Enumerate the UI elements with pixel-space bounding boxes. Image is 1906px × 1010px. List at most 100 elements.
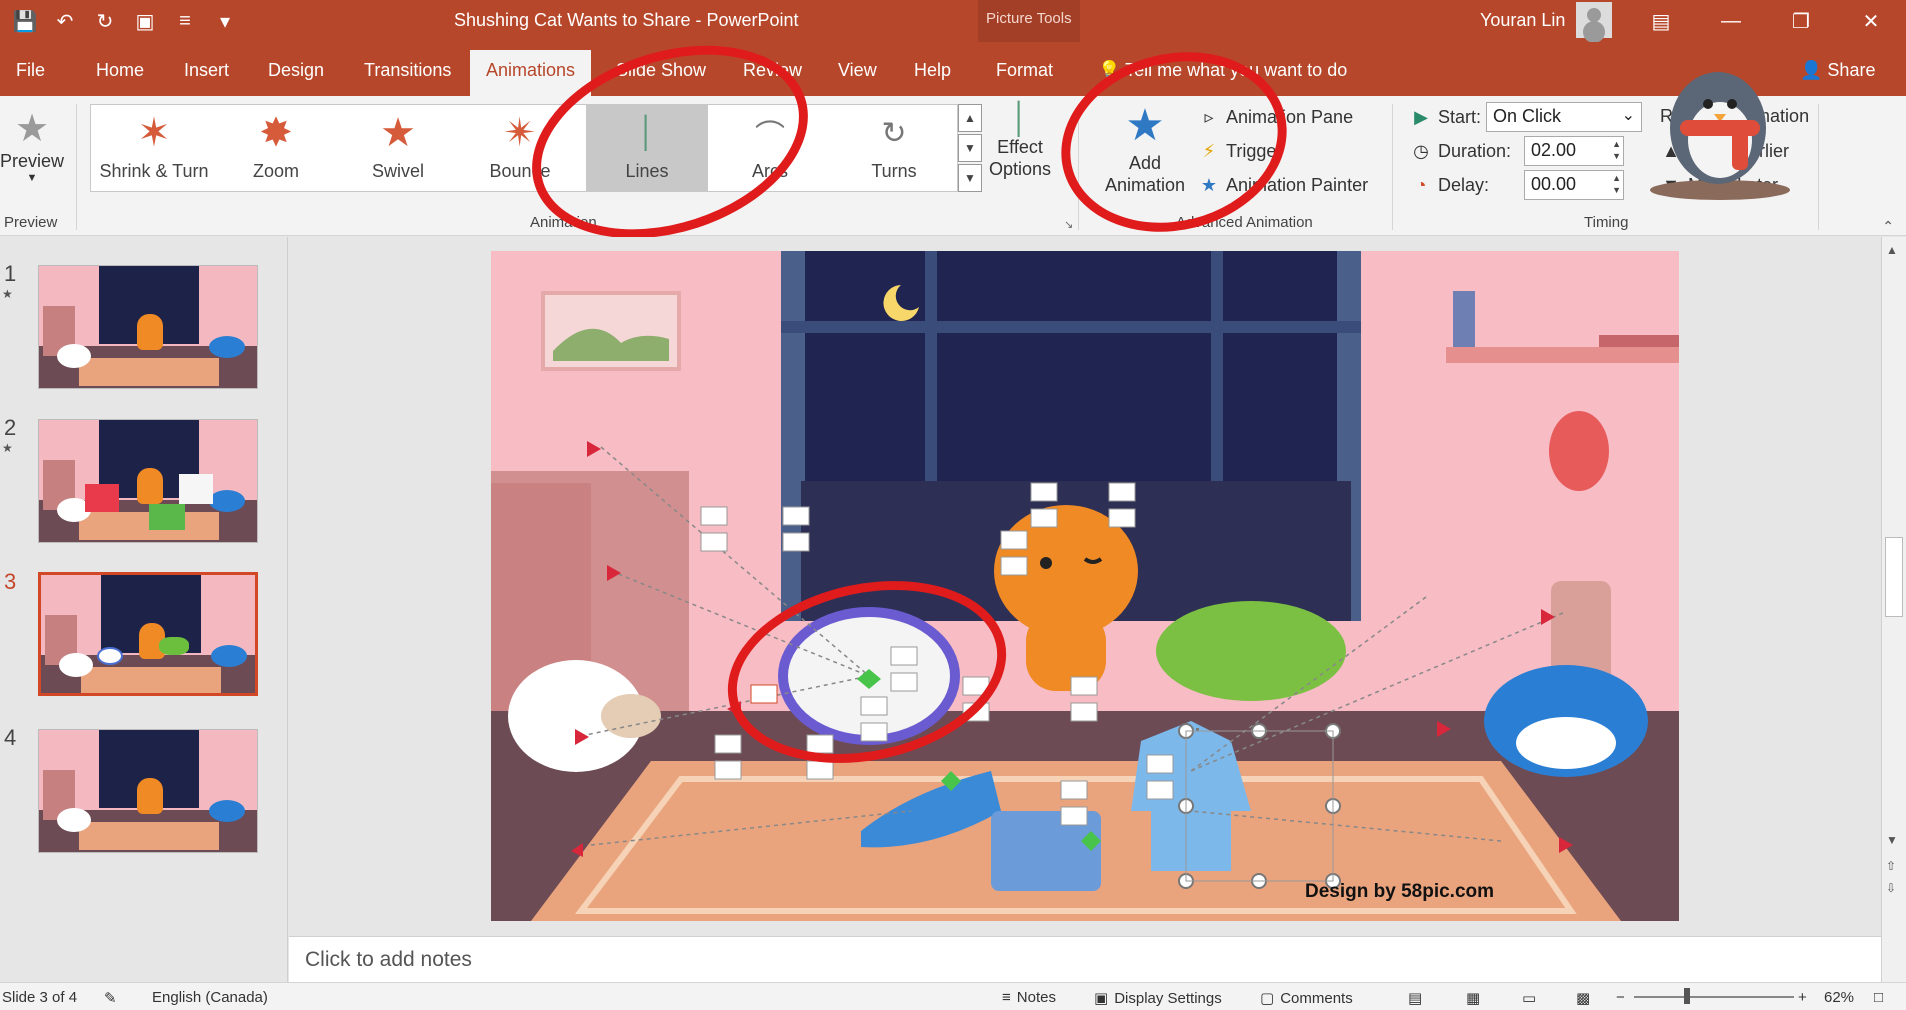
- chevron-down-icon: ⌄: [1621, 107, 1635, 124]
- zoom-slider-knob[interactable]: [1684, 988, 1690, 1004]
- delay-icon: ◔: [1415, 174, 1427, 195]
- spell-check-icon[interactable]: ✎: [104, 989, 117, 1007]
- animation-label: Shrink & Turn: [99, 161, 209, 181]
- chevron-down-icon: ▼: [26, 172, 38, 184]
- slide-indicator: Slide 3 of 4: [2, 989, 77, 1006]
- animation-gallery: ✶ Shrink & Turn ✸ Zoom ★ Swivel ✴ Bounce │ Li…: [90, 104, 958, 192]
- delay-label: Delay:: [1438, 174, 1490, 195]
- gallery-down-icon[interactable]: ▼: [958, 134, 982, 162]
- slide-scene: [491, 251, 1679, 921]
- tab-file[interactable]: File: [16, 60, 45, 81]
- scroll-up-icon[interactable]: ▲: [1886, 243, 1898, 257]
- spinner-icon[interactable]: ▲ ▼: [1612, 138, 1621, 162]
- collapse-ribbon-icon[interactable]: ⌃: [1882, 218, 1894, 235]
- zoom-in-icon[interactable]: +: [1798, 989, 1807, 1006]
- customize-qat-icon[interactable]: ▾: [210, 6, 240, 36]
- tab-help[interactable]: Help: [914, 60, 951, 81]
- tab-transitions[interactable]: Transitions: [364, 60, 451, 81]
- duration-value: 02.00: [1531, 140, 1577, 160]
- notes-toggle-button[interactable]: ≡ Notes: [1002, 989, 1056, 1006]
- tab-insert[interactable]: Insert: [184, 60, 229, 81]
- animation-swivel[interactable]: ★ Swivel: [337, 105, 459, 191]
- effect-options-icon: │: [1010, 102, 1030, 135]
- gallery-more-icon[interactable]: ▼: [958, 164, 982, 192]
- slide-canvas[interactable]: Design by 58pic.com: [491, 251, 1679, 921]
- tab-view[interactable]: View: [838, 60, 877, 81]
- group-label-timing: Timing: [1584, 214, 1629, 231]
- slide-sorter-icon[interactable]: ▦: [1466, 989, 1480, 1007]
- animation-zoom[interactable]: ✸ Zoom: [215, 105, 337, 191]
- slide-info-text: Slide 3 of 4: [2, 989, 78, 1006]
- quick-access-toolbar: 💾 ↶ ↻ ▣ ≡ ▾: [10, 6, 240, 36]
- tab-home[interactable]: Home: [96, 60, 144, 81]
- slide-thumbnail-2[interactable]: [38, 419, 258, 543]
- tab-animations[interactable]: Animations: [470, 50, 592, 96]
- next-slide-icon[interactable]: ⇩: [1886, 881, 1896, 895]
- zoom-out-icon[interactable]: −: [1616, 989, 1625, 1006]
- ribbon-tabs: File Home Insert Design Transitions Anim…: [0, 42, 1906, 96]
- dialog-launcher-icon[interactable]: ↘: [1064, 218, 1073, 231]
- vertical-scrollbar[interactable]: ▲ ▼ ⇧ ⇩: [1881, 237, 1906, 982]
- start-slideshow-icon[interactable]: ▣: [130, 6, 160, 36]
- animation-shrink-turn[interactable]: ✶ Shrink & Turn: [93, 105, 215, 191]
- preview-label: Preview: [0, 151, 65, 171]
- animation-label: Swivel: [371, 161, 424, 181]
- comment-icon: ▢: [1260, 990, 1275, 1007]
- slide-watermark: Design by 58pic.com: [1305, 881, 1495, 902]
- group-separator: [76, 104, 77, 230]
- start-label: Start:: [1438, 106, 1482, 127]
- scroll-thumb[interactable]: [1885, 537, 1903, 617]
- display-settings-button[interactable]: ▣ Display Settings: [1094, 989, 1222, 1008]
- slide-number: 2: [4, 415, 17, 440]
- previous-slide-icon[interactable]: ⇧: [1886, 859, 1896, 873]
- zoom-level[interactable]: 62%: [1824, 989, 1854, 1006]
- save-icon[interactable]: 💾: [10, 6, 40, 36]
- title-bar: 💾 ↶ ↻ ▣ ≡ ▾ Shushing Cat Wants to Share …: [0, 0, 1906, 96]
- close-icon[interactable]: ✕: [1836, 0, 1906, 42]
- notes-icon: ≡: [1002, 989, 1011, 1006]
- zoom-slider[interactable]: [1634, 996, 1794, 998]
- status-bar: Slide 3 of 4 ✎ English (Canada) ≡ Notes ▣…: [0, 982, 1906, 1010]
- undo-icon[interactable]: ↶: [50, 6, 80, 36]
- clock-icon: ◷: [1413, 140, 1429, 161]
- display-settings-icon: ▣: [1094, 990, 1109, 1007]
- group-separator: [1392, 104, 1393, 230]
- minimize-icon[interactable]: —: [1696, 0, 1766, 42]
- scroll-down-icon[interactable]: ▼: [1886, 833, 1898, 847]
- delay-label-row: ◔ Delay:: [1410, 174, 1489, 196]
- language-indicator[interactable]: English (Canada): [152, 989, 268, 1006]
- tab-format[interactable]: Format: [996, 60, 1053, 81]
- slide-thumbnail-3[interactable]: [38, 572, 258, 696]
- reading-view-icon[interactable]: ▭: [1522, 989, 1536, 1007]
- zoom-icon: ✸: [259, 111, 293, 155]
- swivel-icon: ★: [380, 111, 416, 155]
- avatar[interactable]: [1576, 2, 1612, 38]
- effect-options-button[interactable]: │ Effect Options: [986, 102, 1054, 180]
- window-controls: ▤ — ❐ ✕: [1626, 0, 1906, 42]
- slide-thumbnail-1[interactable]: [38, 265, 258, 389]
- duration-input[interactable]: 02.00 ▲ ▼: [1524, 136, 1624, 166]
- preview-star-icon: ★: [14, 108, 50, 150]
- animation-turns[interactable]: ↻ Turns: [833, 105, 955, 191]
- delay-input[interactable]: 00.00 ▲ ▼: [1524, 170, 1624, 200]
- preview-button[interactable]: ★ Preview ▼: [0, 106, 64, 184]
- comments-button[interactable]: ▢ Comments: [1260, 989, 1353, 1008]
- tab-design[interactable]: Design: [268, 60, 324, 81]
- normal-view-icon[interactable]: ▤: [1408, 989, 1422, 1007]
- start-value: On Click: [1493, 106, 1562, 126]
- notes-pane[interactable]: Click to add notes: [289, 936, 1881, 982]
- slide-thumbnail-4[interactable]: [38, 729, 258, 853]
- restore-icon[interactable]: ❐: [1766, 0, 1836, 42]
- gallery-up-icon[interactable]: ▲: [958, 104, 982, 132]
- share-label: Share: [1827, 60, 1876, 80]
- user-name[interactable]: Youran Lin: [1480, 10, 1565, 31]
- fit-to-window-icon[interactable]: □: [1874, 989, 1883, 1006]
- ribbon-display-options-icon[interactable]: ▤: [1626, 0, 1696, 42]
- share-button[interactable]: 👤 Share: [1800, 60, 1875, 81]
- spinner-icon[interactable]: ▲ ▼: [1612, 172, 1621, 196]
- start-dropdown[interactable]: On Click ⌄: [1486, 102, 1642, 132]
- align-icon[interactable]: ≡: [170, 6, 200, 36]
- notes-placeholder: Click to add notes: [305, 948, 472, 971]
- redo-icon[interactable]: ↻: [90, 6, 120, 36]
- slideshow-view-icon[interactable]: ▩: [1576, 989, 1590, 1007]
